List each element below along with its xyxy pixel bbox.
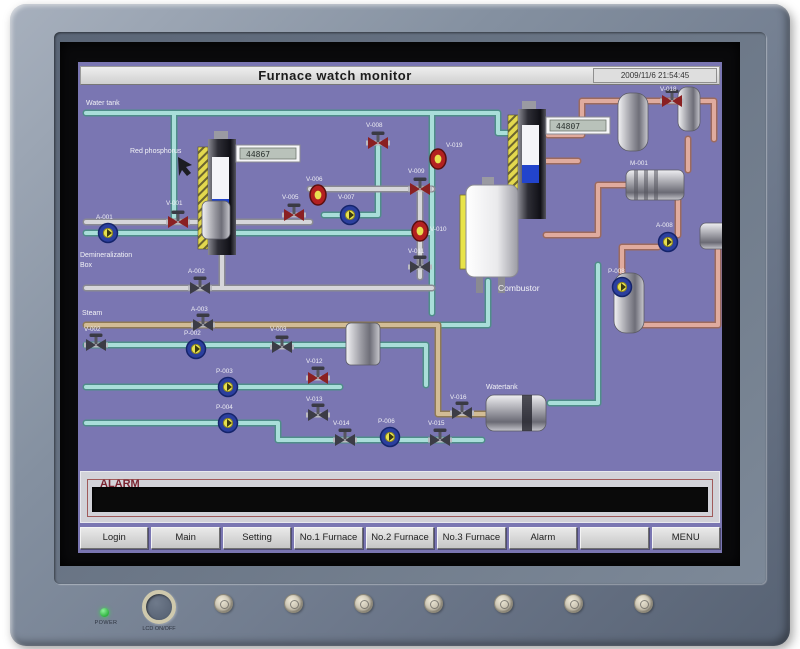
label-v007: V-007	[338, 194, 355, 201]
function-button-1[interactable]	[214, 594, 233, 613]
function-button-6[interactable]	[564, 594, 583, 613]
valve-v003[interactable]	[270, 336, 294, 354]
label-water-tank: Water tank	[86, 100, 120, 107]
label-p003: P-003	[216, 368, 233, 375]
tank1-level-display: 44867	[236, 145, 300, 162]
pump-a008[interactable]	[659, 233, 678, 252]
label-a003: A-003	[191, 306, 208, 313]
label-v006: V-006	[306, 176, 323, 183]
power-led	[100, 608, 109, 617]
heat-exchanger-m001[interactable]	[626, 170, 684, 200]
label-a002: A-002	[188, 268, 205, 275]
hmi-screen: Furnace watch monitor 2009/11/6 21:54:45	[78, 62, 722, 553]
label-v002: V-002	[84, 326, 101, 333]
tank2-level-value: 44807	[556, 122, 580, 131]
main-button[interactable]: Main	[151, 527, 219, 549]
label-demineralization-1: Demineralization	[80, 252, 132, 259]
label-v018: V-018	[660, 86, 677, 93]
page-title: Furnace watch monitor	[81, 68, 589, 83]
function-button-2[interactable]	[284, 594, 303, 613]
tank1-level-value: 44867	[246, 150, 270, 159]
valve-v013[interactable]	[306, 404, 330, 422]
label-v001: V-001	[166, 200, 183, 207]
blank-button[interactable]	[580, 527, 648, 549]
label-a001: A-001	[96, 214, 113, 221]
label-red-phosphorus: Red phosphorus	[130, 148, 182, 155]
label-steam: Steam	[82, 310, 102, 317]
page: Furnace watch monitor 2009/11/6 21:54:45	[0, 0, 800, 649]
label-v009: V-009	[408, 168, 425, 175]
no2-furnace-button[interactable]: No.2 Furnace	[366, 527, 434, 549]
label-v019: V-019	[446, 142, 463, 149]
vessels: 44867 44807	[198, 87, 722, 431]
pump-a001[interactable]	[99, 224, 118, 243]
label-combustor: Combustor	[498, 283, 540, 293]
power-led-label: POWER	[86, 620, 126, 626]
alarm-frame: ALARM	[87, 479, 713, 517]
alarm-panel: ALARM	[80, 471, 720, 523]
function-button-7[interactable]	[634, 594, 653, 613]
label-m001: M-001	[630, 160, 648, 167]
pump-p002[interactable]	[187, 340, 206, 359]
nav-button-row: Login Main Setting No.1 Furnace No.2 Fur…	[80, 527, 720, 549]
menu-button[interactable]: MENU	[652, 527, 720, 549]
function-button-3[interactable]	[354, 594, 373, 613]
tank2-level-display: 44807	[546, 117, 610, 134]
label-p008: P-008	[608, 268, 625, 275]
label-demineralization-2: Box	[80, 262, 93, 269]
pump-p003[interactable]	[219, 378, 238, 397]
label-v016: V-016	[450, 394, 467, 401]
label-p002: P-002	[184, 330, 201, 337]
display-onoff-label: LCD ON/OFF	[134, 626, 184, 632]
gauge-v010[interactable]	[412, 221, 428, 241]
feed-arrow-icon	[178, 157, 192, 176]
label-v013: V-013	[306, 396, 323, 403]
pump-p004[interactable]	[219, 414, 238, 433]
label-v014: V-014	[333, 420, 350, 427]
login-button[interactable]: Login	[80, 527, 148, 549]
label-v010: V-010	[430, 226, 447, 233]
gauge-v019[interactable]	[430, 149, 446, 169]
gauge-v006[interactable]	[310, 185, 326, 205]
label-p004: P-004	[216, 404, 233, 411]
label-v005: V-005	[282, 194, 299, 201]
diagram-svg: 44867 44807	[78, 85, 722, 469]
label-v008: V-008	[366, 122, 383, 129]
no1-furnace-button[interactable]: No.1 Furnace	[294, 527, 362, 549]
no3-furnace-button[interactable]: No.3 Furnace	[437, 527, 505, 549]
valve-v012[interactable]	[306, 367, 330, 385]
label-a008: A-008	[656, 222, 673, 229]
function-button-4[interactable]	[424, 594, 443, 613]
title-bar: Furnace watch monitor 2009/11/6 21:54:45	[80, 66, 720, 85]
setting-button[interactable]: Setting	[223, 527, 291, 549]
pump-p006[interactable]	[381, 428, 400, 447]
label-watertank: Watertank	[486, 384, 518, 391]
label-v003: V-003	[270, 326, 287, 333]
pump-v007[interactable]	[341, 206, 360, 225]
label-p006: P-006	[378, 418, 395, 425]
combustor-vessel[interactable]	[460, 177, 518, 293]
alarm-message-list[interactable]	[92, 487, 708, 512]
display-onoff-button[interactable]	[142, 590, 176, 624]
function-button-5[interactable]	[494, 594, 513, 613]
clock-display: 2009/11/6 21:54:45	[593, 68, 717, 83]
label-v015: V-015	[428, 420, 445, 427]
pump-p008[interactable]	[613, 278, 632, 297]
process-diagram: 44867 44807	[78, 85, 722, 469]
label-v011: V-011	[408, 248, 424, 255]
label-v012: V-012	[306, 358, 323, 365]
valve-v005[interactable]	[282, 204, 306, 222]
alarm-button[interactable]: Alarm	[509, 527, 577, 549]
watertank-vessel[interactable]	[486, 395, 546, 431]
